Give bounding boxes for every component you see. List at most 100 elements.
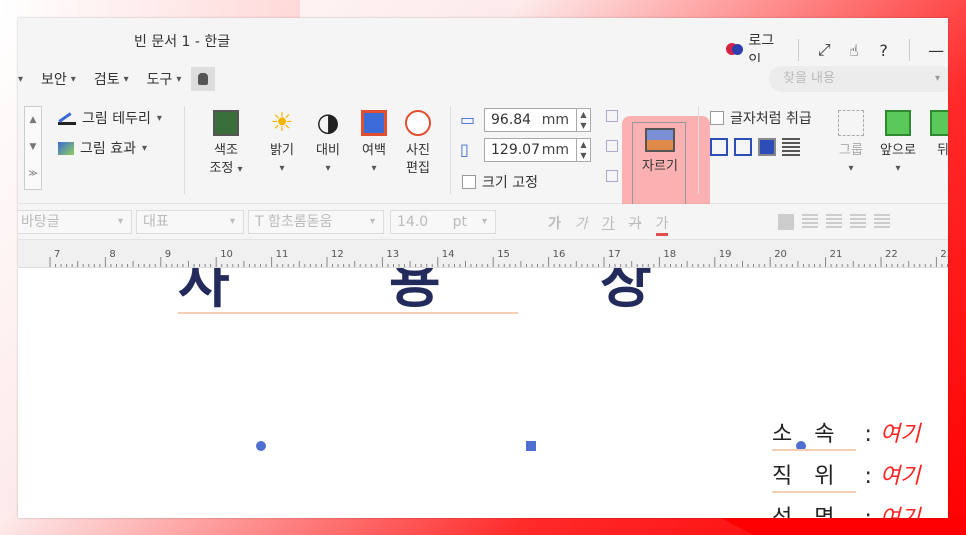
picture-resize-handle[interactable] [256,441,266,451]
width-unit: mm [541,112,569,128]
font-color-button[interactable]: 가 [655,213,669,236]
field-row: 성명 : 여기 [772,500,920,518]
field-row: 소속 : 여기 [772,416,920,451]
photo-edit-button[interactable]: 사진 편집 [400,110,436,178]
minimize-icon[interactable]: — [924,41,948,60]
chevron-down-icon: ▾ [481,216,487,227]
align-distribute-icon[interactable] [874,214,890,230]
ruler-tick-label: 12 [331,249,344,260]
title-bar: 빈 문서 1 - 한글 로그인 ⤢ ☝ ? — [18,18,948,69]
ruler-tick-label: 22 [885,249,898,260]
language-value: 대표 [143,214,169,230]
ruler-tick-label: 7 [54,249,61,260]
contrast-button[interactable]: ◑ 대비 ▾ [310,110,346,178]
bold-button[interactable]: 가 [548,213,561,236]
contrast-label: 대비 [316,143,340,158]
pen-icon [58,111,76,125]
pin-icon [198,73,209,85]
strikethrough-button[interactable]: 가 [629,213,642,236]
align-left-icon[interactable] [802,214,818,230]
menu-security[interactable]: 보안 ▾ [41,69,76,89]
picture-resize-handle[interactable] [526,441,536,451]
language-select[interactable]: 대표 ▾ [136,210,244,234]
wrap-square-icon[interactable] [710,138,728,156]
underline-button[interactable]: 가 [602,213,615,236]
align-right-icon[interactable] [850,214,866,230]
menu-review[interactable]: 검토 ▾ [94,69,129,89]
chevron-down-icon: ▾ [117,216,123,227]
ruler-tick-label: 18 [663,249,677,260]
photo-edit-label-2: 편집 [406,161,430,176]
picture-effect-icon [58,141,74,155]
wrap-behind-icon[interactable] [782,138,800,156]
group-icon [838,110,864,136]
lock-size-label: 크기 고정 [482,175,538,191]
search-placeholder: 찾을 내용 [783,71,835,86]
chevron-down-icon: ▾ [229,216,235,227]
bring-forward-button[interactable]: 앞으로 ▾ [876,110,920,178]
chevron-down-icon[interactable]: ▾ [18,74,23,85]
wrap-tight-icon[interactable] [734,138,752,156]
align-center-icon[interactable] [826,214,842,230]
font-size-field[interactable]: 14.0 pt ▾ [390,210,496,234]
pin-ribbon-button[interactable] [191,67,216,91]
search-input[interactable]: 찾을 내용 ▾ [769,66,948,92]
photo-edit-icon [405,110,431,136]
color-adjust-button[interactable]: 색조 조정 ▾ [206,110,246,179]
chevron-down-icon[interactable]: ▾ [935,66,940,92]
height-unit: mm [541,142,569,158]
group-button[interactable]: 그룹 ▾ [834,110,868,178]
align-justify-icon[interactable] [778,214,794,230]
field-label-position: 직위 [772,458,857,493]
style-gallery-scroller[interactable]: ▲ ▼ ≫ [24,106,42,190]
field-value-affiliation[interactable]: 여기 [880,416,920,448]
document-canvas[interactable]: 사 용 장 소속 : 여기 직위 : 여기 성명 : 여기 [18,268,948,518]
ruler-tick-label: 10 [220,249,233,260]
crop-button[interactable]: 자르기 [636,128,684,176]
chevron-down-icon: ▾ [70,73,76,85]
style-select[interactable]: 바탕글 ▾ [18,210,132,234]
height-stepper[interactable]: ▲ ▼ [577,138,591,162]
chevron-down-icon: ▾ [237,164,243,175]
frame-corner [0,0,300,18]
menu-tools[interactable]: 도구 ▾ [147,69,182,89]
field-value-position[interactable]: 여기 [880,458,920,490]
italic-button[interactable]: 가 [575,213,588,236]
color-adjust-label-1: 색조 [214,143,238,158]
char-style-buttons: 가 가 가 가 가 [548,213,669,236]
lock-size-checkbox[interactable]: 크기 고정 [462,172,538,192]
ruler-tick-label: 13 [386,249,400,260]
send-backward-label: 뒤 [937,143,948,158]
window-title: 빈 문서 1 - 한글 [134,34,231,50]
ruler-tick-label: 8 [109,249,116,260]
margin-label: 여백 [362,143,386,158]
send-backward-button[interactable]: 뒤 [928,110,948,160]
ruler-tick-label: 23 [940,249,948,260]
chevron-down-icon: ▾ [279,163,285,174]
height-field[interactable]: 129.07 mm [484,138,577,162]
width-stepper[interactable]: ▲ ▼ [577,108,591,132]
bring-forward-icon [885,110,911,136]
ruler-tick-label: 16 [552,249,566,260]
login-logo-icon[interactable] [726,43,744,57]
ruler-tick-label: 9 [164,249,172,260]
margin-button[interactable]: 여백 ▾ [356,110,392,178]
treat-as-char-label: 글자처럼 취급 [730,111,812,127]
contrast-icon: ◑ [316,108,340,138]
send-backward-icon [930,110,948,136]
chevron-down-icon: ▾ [176,73,182,85]
width-field[interactable]: 96.84 mm [484,108,577,132]
expand-icon[interactable]: ⤢ [812,40,836,60]
font-select[interactable]: T 함초롬돋움 ▾ [248,210,384,234]
picture-border-button[interactable]: 그림 테두리 ▾ [58,108,162,128]
picture-effect-button[interactable]: 그림 효과 ▾ [58,138,147,158]
field-value-name[interactable]: 여기 [880,500,920,518]
hwp-window: 빈 문서 1 - 한글 로그인 ⤢ ☝ ? — ▾ 보안 ▾ 검토 ▾ 도구 ▾… [18,18,948,518]
width-icon: ▭ [460,110,476,129]
treat-as-char-checkbox[interactable]: 글자처럼 취급 [710,108,812,128]
hand-icon[interactable]: ☝ [842,41,866,60]
checkbox-icon [462,175,476,189]
brightness-button[interactable]: ☀ 밝기 ▾ [264,110,300,178]
wrap-through-icon[interactable] [758,138,776,156]
help-icon[interactable]: ? [872,41,896,60]
